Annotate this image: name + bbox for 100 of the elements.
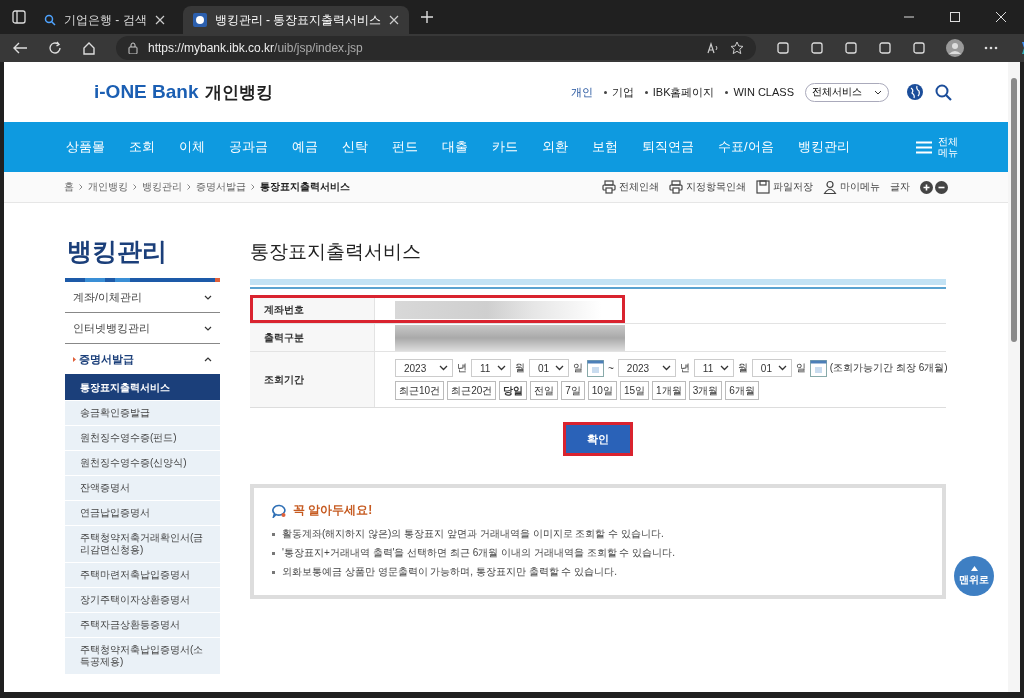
dropdown[interactable]: 11 bbox=[693, 359, 734, 377]
header-link[interactable]: IBK홈페이지 bbox=[652, 84, 715, 100]
avatar-icon[interactable] bbox=[946, 39, 964, 57]
more-icon[interactable] bbox=[984, 46, 998, 50]
unit-label: 월 bbox=[515, 361, 525, 375]
header-link[interactable]: 기업 bbox=[611, 84, 634, 100]
utility-link[interactable]: 지정항목인쇄 bbox=[669, 180, 746, 194]
chevron-right-icon bbox=[187, 184, 191, 190]
back-icon[interactable] bbox=[12, 41, 28, 55]
utility-link[interactable]: 파일저장 bbox=[756, 180, 813, 194]
period-button[interactable]: 15일 bbox=[619, 381, 650, 400]
close-icon[interactable] bbox=[154, 15, 165, 25]
tab-title: 기업은행 - 검색 bbox=[64, 11, 147, 29]
read-aloud-icon[interactable] bbox=[706, 41, 720, 55]
sidebar-group[interactable]: 인터넷뱅킹관리 bbox=[65, 313, 220, 344]
sidebar-item[interactable]: 잔액증명서 bbox=[65, 476, 220, 501]
period-button[interactable]: 1개월 bbox=[652, 381, 686, 400]
browser-tab[interactable]: 기업은행 - 검색 bbox=[34, 6, 175, 34]
sidebar-item[interactable]: 주택청약저축거래확인서(금리감면신청용) bbox=[65, 526, 220, 563]
breadcrumb-link[interactable]: 통장표지출력서비스 bbox=[260, 180, 350, 194]
breadcrumb-link[interactable]: 홈 bbox=[64, 180, 74, 194]
bank-favicon-icon bbox=[192, 13, 207, 27]
bullet-icon bbox=[272, 532, 275, 536]
utility-link[interactable]: 마이메뉴 bbox=[823, 180, 880, 194]
field-label: 계좌번호 bbox=[250, 296, 375, 323]
dropdown[interactable]: 01 bbox=[529, 359, 569, 377]
sidebar-title: 뱅킹관리 bbox=[67, 236, 168, 267]
separator-dot-icon bbox=[603, 90, 607, 94]
search-icon bbox=[44, 14, 56, 26]
url-text: https://mybank.ibk.co.kr/uib/jsp/index.jsp bbox=[148, 41, 363, 55]
header-link[interactable]: WIN CLASS bbox=[733, 86, 794, 98]
close-icon[interactable] bbox=[389, 15, 400, 25]
dropdown[interactable]: 11 bbox=[471, 359, 511, 377]
period-button[interactable]: 3개월 bbox=[688, 381, 723, 400]
caret-up-icon bbox=[970, 565, 978, 571]
zoom-out-icon[interactable] bbox=[935, 180, 948, 194]
dropdown[interactable]: 2023 bbox=[617, 359, 676, 377]
tab-actions-icon[interactable] bbox=[12, 10, 26, 24]
calendar-icon[interactable] bbox=[809, 359, 827, 377]
chevron-down-icon bbox=[439, 365, 448, 371]
star-icon[interactable] bbox=[730, 41, 744, 55]
browser-tab[interactable]: 뱅킹관리 - 통장표지출력서비스 bbox=[182, 6, 410, 34]
sidebar-item[interactable]: 송금확인증발급 bbox=[65, 401, 220, 426]
all-services-dropdown[interactable]: 전체서비스 bbox=[805, 82, 889, 102]
bullet-icon bbox=[272, 570, 275, 574]
unit-label: 월 bbox=[737, 361, 748, 375]
chevron-right-icon bbox=[79, 184, 83, 190]
dropdown[interactable]: 01 bbox=[751, 359, 792, 377]
separator-dot-icon bbox=[725, 90, 729, 94]
sidebar-group[interactable]: 계좌/이체관리 bbox=[65, 282, 220, 313]
person-icon bbox=[823, 180, 837, 194]
unit-label: 년 bbox=[457, 361, 467, 375]
home-icon[interactable] bbox=[82, 41, 96, 55]
sidebar-item[interactable]: 주택청약저축납입증명서(소득공제용) bbox=[65, 638, 220, 675]
logo[interactable]: i-ONE Bank bbox=[94, 80, 199, 103]
confirm-button[interactable]: 확인 bbox=[563, 422, 633, 456]
search-icon[interactable] bbox=[935, 83, 952, 101]
address-field[interactable]: https://mybank.ibk.co.kr/uib/jsp/index.jsp bbox=[116, 36, 756, 60]
calendar-icon[interactable] bbox=[587, 359, 604, 377]
period-button[interactable]: 최근10건 bbox=[395, 381, 445, 400]
unit-label: 일 bbox=[795, 361, 806, 375]
new-tab-icon[interactable] bbox=[421, 11, 434, 23]
period-button[interactable]: 6개월 bbox=[725, 381, 759, 400]
sidebar-item[interactable]: 주택마련저축납입증명서 bbox=[65, 563, 220, 588]
breadcrumb-link[interactable]: 뱅킹관리 bbox=[142, 180, 182, 194]
chevron-right-icon bbox=[133, 184, 137, 190]
refresh-icon[interactable] bbox=[48, 41, 62, 55]
sidebar-item[interactable]: 연금납입증명서 bbox=[65, 501, 220, 526]
period-button[interactable]: 7일 bbox=[561, 381, 585, 400]
separator-dot-icon bbox=[644, 90, 648, 94]
period-button[interactable]: 10일 bbox=[587, 381, 617, 400]
sidebar-item[interactable]: 주택자금상환등증명서 bbox=[65, 613, 220, 638]
period-button[interactable]: 당일 bbox=[499, 381, 528, 400]
period-note: (조회가능기간 최장 6개월) bbox=[829, 361, 948, 375]
sidebar-item[interactable]: 통장표지출력서비스 bbox=[65, 376, 220, 401]
close-icon[interactable] bbox=[996, 12, 1006, 22]
period-button[interactable]: 최근20건 bbox=[447, 381, 497, 400]
sidebar-item[interactable]: 장기주택이자상환증명서 bbox=[65, 588, 220, 613]
bullet-icon bbox=[272, 551, 275, 555]
printer-icon bbox=[602, 180, 616, 194]
header-link[interactable]: 개인 bbox=[570, 84, 593, 100]
breadcrumb-link[interactable]: 증명서발급 bbox=[196, 180, 246, 194]
font-size-label: 글자 bbox=[890, 180, 910, 194]
chevron-down-icon bbox=[719, 365, 729, 371]
maximize-icon[interactable] bbox=[950, 12, 960, 22]
back-to-top-button[interactable]: 맨위로 bbox=[954, 556, 994, 596]
sidebar-item[interactable]: 원천징수영수증(신양식) bbox=[65, 451, 220, 476]
bullet-icon bbox=[73, 356, 76, 362]
breadcrumb-link[interactable]: 개인뱅킹 bbox=[88, 180, 128, 194]
sidebar-item[interactable]: 원천징수영수증(펀드) bbox=[65, 426, 220, 451]
tab-title: 뱅킹관리 - 통장표지출력서비스 bbox=[214, 11, 382, 29]
dropdown[interactable]: 2023 bbox=[395, 359, 453, 377]
chevron-up-icon bbox=[204, 356, 212, 362]
globe-icon[interactable] bbox=[906, 83, 924, 101]
utility-link[interactable]: 전체인쇄 bbox=[602, 180, 659, 194]
zoom-in-icon[interactable] bbox=[920, 180, 933, 194]
unit-label: 일 bbox=[573, 361, 583, 375]
scrollbar[interactable] bbox=[1008, 62, 1020, 692]
period-button[interactable]: 전일 bbox=[530, 381, 559, 400]
notice-text: '통장표지+거래내역 출력'을 선택하면 최근 6개월 이내의 거래내역을 조회할 수 있습니다. bbox=[282, 546, 675, 560]
